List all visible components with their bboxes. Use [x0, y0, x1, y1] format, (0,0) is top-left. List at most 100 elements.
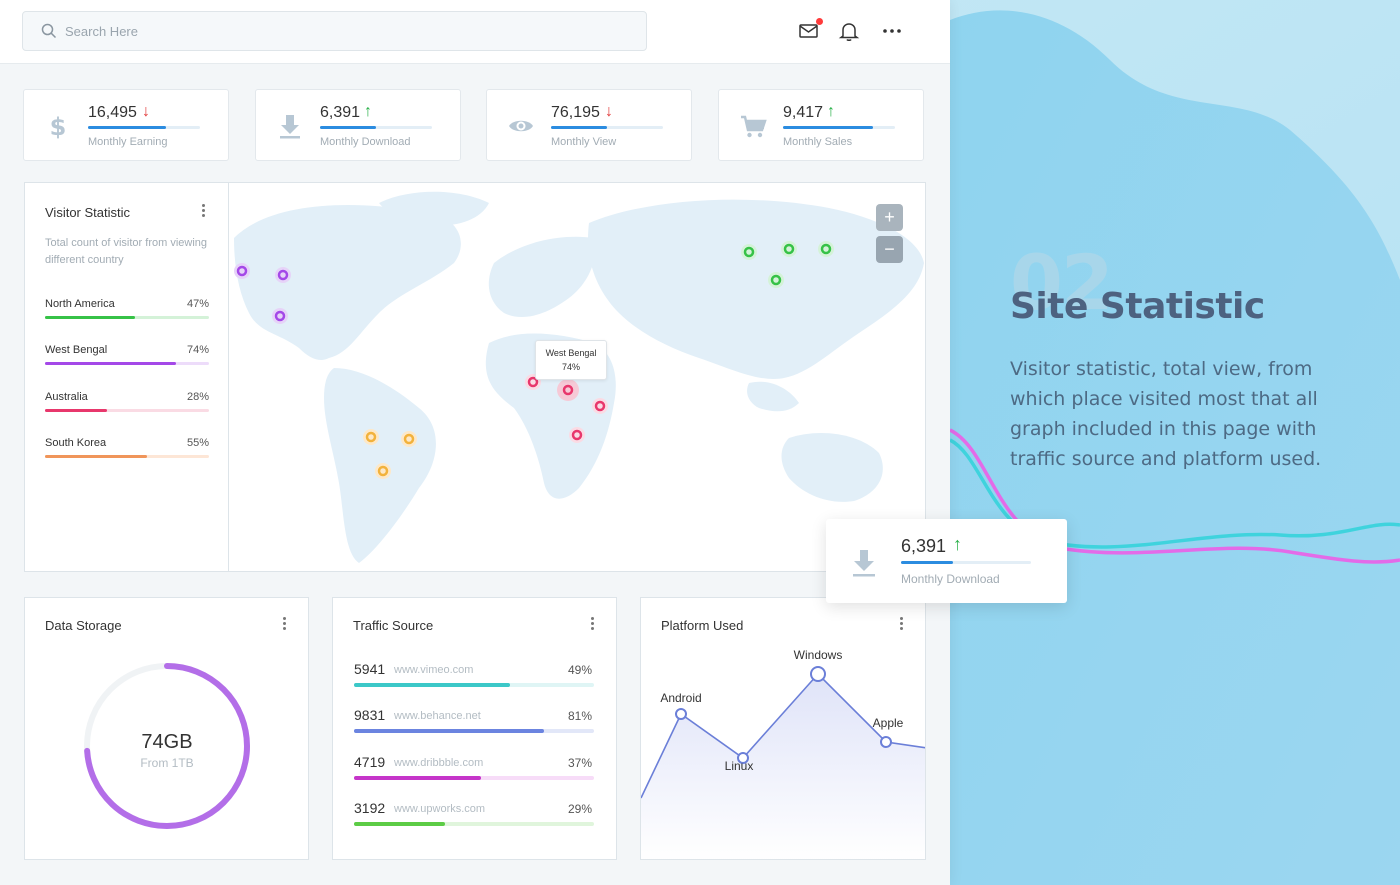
- zoom-in-button[interactable]: +: [876, 204, 903, 231]
- map-land-europe: [488, 236, 596, 318]
- download-icon: [853, 550, 875, 577]
- tooltip-name: West Bengal: [545, 348, 597, 358]
- stat-value: 9,417: [783, 104, 824, 121]
- stat-card-view[interactable]: 76,195 ↓ Monthly View: [486, 89, 692, 161]
- traffic-progress-fill: [354, 729, 544, 733]
- float-progress-track: [901, 561, 1031, 564]
- chart-point-label: Apple: [873, 716, 904, 730]
- stat-label: Monthly View: [551, 136, 617, 148]
- visitor-statistic-panel: Visitor Statistic Total count of visitor…: [24, 182, 229, 572]
- stat-card-download[interactable]: 6,391 ↑ Monthly Download: [255, 89, 461, 161]
- storage-value: 74GB: [141, 731, 193, 753]
- platform-line-chart: Android Linux Windows Apple: [641, 648, 925, 859]
- country-progress-track: [45, 409, 209, 412]
- stat-card-earning[interactable]: $ 16,495 ↓ Monthly Earning: [23, 89, 229, 161]
- panel-subtitle: Total count of visitor from viewing diff…: [45, 237, 208, 266]
- eye-icon: [509, 120, 533, 132]
- traffic-progress-track: [354, 822, 594, 826]
- traffic-site: www.behance.net: [394, 710, 481, 722]
- search-icon: [41, 23, 57, 39]
- kebab-menu-icon[interactable]: [200, 204, 206, 220]
- svg-text:$: $: [50, 113, 67, 140]
- traffic-percent: 49%: [567, 663, 592, 677]
- trend-down-icon: ↓: [142, 103, 150, 120]
- top-bar: [0, 0, 950, 64]
- bell-icon[interactable]: [838, 20, 860, 42]
- cart-icon: [741, 115, 767, 138]
- country-percent: 47%: [186, 298, 209, 310]
- traffic-count: 5941: [354, 661, 386, 677]
- traffic-percent: 29%: [567, 802, 592, 816]
- float-progress-fill: [901, 561, 953, 564]
- country-percent: 28%: [186, 391, 209, 403]
- float-value: 6,391: [901, 536, 947, 556]
- trend-up-icon: ↑: [953, 534, 962, 554]
- zoom-out-button[interactable]: −: [876, 236, 903, 263]
- stat-progress-track: [783, 126, 895, 129]
- country-name: Australia: [45, 391, 88, 403]
- mail-notification-dot: [816, 18, 823, 25]
- trend-up-icon: ↑: [364, 103, 372, 120]
- stat-card-sales[interactable]: 9,417 ↑ Monthly Sales: [718, 89, 924, 161]
- promo-title: Site Statistic: [1010, 286, 1265, 327]
- traffic-site: www.dribbble.com: [394, 757, 484, 769]
- country-progress-fill: [45, 362, 177, 365]
- country-progress-fill: [45, 316, 136, 319]
- traffic-progress-fill: [354, 683, 510, 687]
- country-progress-fill: [45, 409, 108, 412]
- map-land-north-america: [234, 205, 461, 360]
- tooltip-percent: 74%: [561, 362, 580, 372]
- map-land-asia: [588, 199, 924, 379]
- chart-point-label: Linux: [725, 759, 754, 773]
- stat-progress-fill: [783, 126, 873, 129]
- traffic-count: 9831: [354, 707, 386, 723]
- search-input[interactable]: [65, 12, 625, 50]
- country-name: South Korea: [45, 437, 107, 449]
- panel-title: Data Storage: [45, 618, 122, 633]
- map-land-australia: [781, 433, 883, 502]
- stat-value: 76,195: [551, 104, 600, 121]
- traffic-count: 4719: [354, 754, 386, 770]
- traffic-percent: 81%: [567, 709, 592, 723]
- stat-progress-fill: [551, 126, 607, 129]
- promo-description: Visitor statistic, total view, from whic…: [1010, 358, 1322, 470]
- traffic-count: 3192: [354, 800, 386, 816]
- floating-download-card[interactable]: 6,391 ↑ Monthly Download: [826, 519, 1067, 603]
- more-icon[interactable]: [881, 20, 903, 42]
- dollar-icon: $: [50, 113, 67, 140]
- world-map[interactable]: West Bengal 74% + −: [228, 182, 926, 572]
- country-name: North America: [45, 298, 115, 310]
- country-progress-fill: [45, 455, 147, 458]
- kebab-menu-icon[interactable]: [281, 617, 287, 633]
- trend-down-icon: ↓: [605, 103, 613, 120]
- dashboard: $ 16,495 ↓ Monthly Earning 6,391 ↑ Month…: [0, 0, 1067, 885]
- traffic-source-panel: Traffic Source 5941 www.vimeo.com 49% 98…: [332, 597, 617, 860]
- platform-used-panel: Platform Used Android Linux Windows Apple: [640, 597, 926, 860]
- data-storage-panel: Data Storage 74GB From 1TB: [24, 597, 309, 860]
- stat-value: 16,495: [88, 104, 137, 121]
- stat-label: Monthly Sales: [783, 136, 853, 148]
- country-progress-track: [45, 455, 209, 458]
- country-percent: 55%: [186, 437, 209, 449]
- chart-point-label: Windows: [794, 648, 843, 662]
- traffic-progress-track: [354, 683, 594, 687]
- traffic-site: www.upworks.com: [394, 803, 486, 815]
- stat-label: Monthly Download: [320, 136, 411, 148]
- traffic-progress-track: [354, 776, 594, 780]
- kebab-menu-icon[interactable]: [589, 617, 595, 633]
- traffic-progress-fill: [354, 822, 446, 826]
- chart-point[interactable]: [675, 708, 687, 720]
- traffic-progress-track: [354, 729, 594, 733]
- map-tooltip: West Bengal 74%: [535, 340, 607, 380]
- storage-capacity: From 1TB: [140, 756, 194, 770]
- stat-value: 6,391: [320, 104, 361, 121]
- traffic-progress-fill: [354, 776, 482, 780]
- stat-progress-track: [551, 126, 663, 129]
- stat-progress-fill: [88, 126, 167, 129]
- panel-title: Visitor Statistic: [45, 205, 131, 220]
- chart-point[interactable]: [810, 666, 826, 682]
- country-percent: 74%: [186, 344, 209, 356]
- chart-point[interactable]: [880, 736, 892, 748]
- search-box[interactable]: [22, 11, 647, 51]
- country-progress-track: [45, 362, 209, 365]
